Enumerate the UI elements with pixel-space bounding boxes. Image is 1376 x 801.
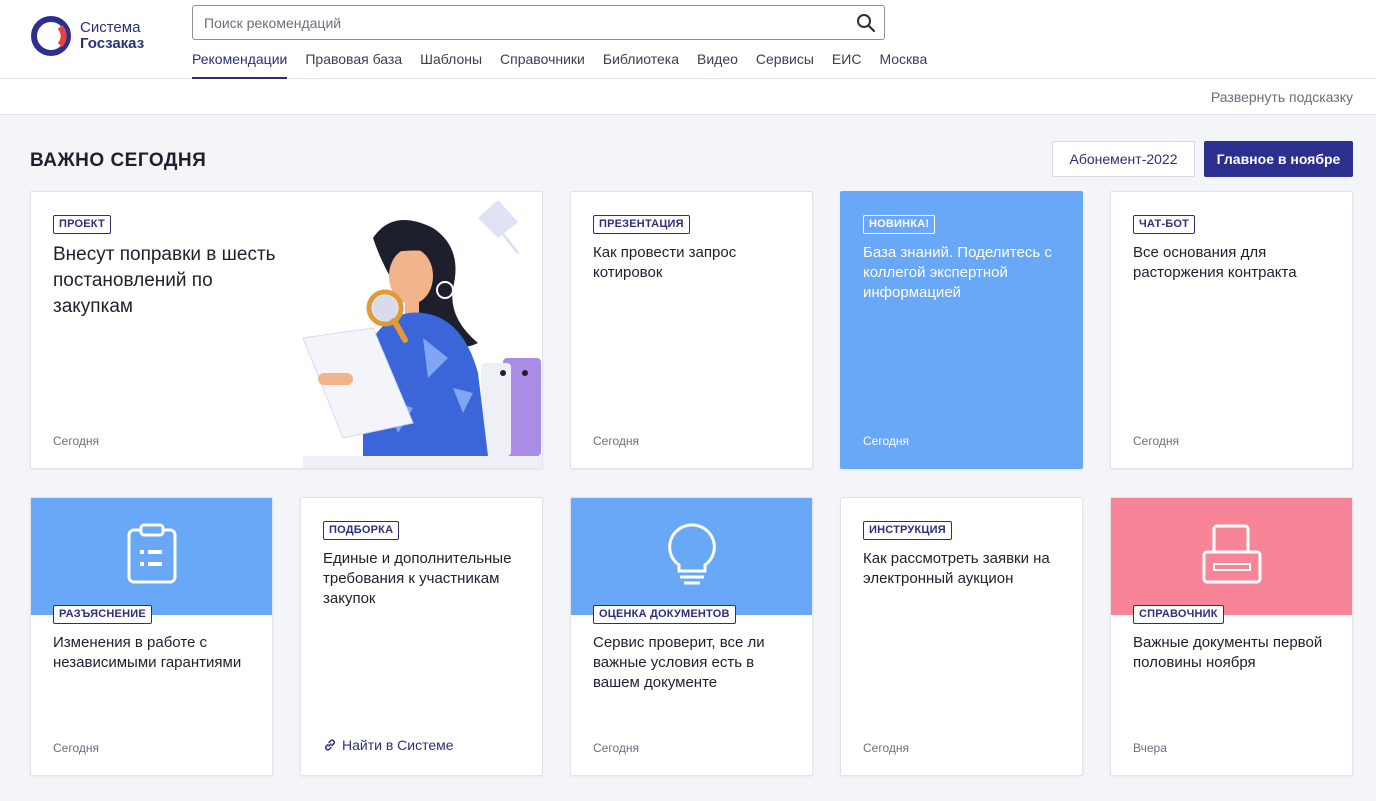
nav-video[interactable]: Видео (697, 50, 738, 79)
nav-eis[interactable]: ЕИС (832, 50, 862, 79)
card-tag: СПРАВОЧНИК (1133, 605, 1224, 624)
logo[interactable]: Система Госзаказ (30, 14, 170, 58)
printer-icon (1202, 524, 1261, 584)
nav-moscow[interactable]: Москва (879, 50, 927, 79)
card-title: Как провести запрос котировок (593, 244, 737, 281)
card-title: Все основания для расторжения контракта (1133, 244, 1297, 281)
find-in-system-link[interactable]: Найти в Системе (323, 737, 454, 753)
card-tag: ПРЕЗЕНТАЦИЯ (593, 215, 690, 234)
card-band (1111, 498, 1352, 615)
logo-icon (31, 16, 71, 56)
card-date: Сегодня (53, 434, 99, 448)
card-collection[interactable]: ПОДБОРКА Единые и дополнительные требова… (300, 497, 543, 776)
expand-hint-link[interactable]: Развернуть подсказку (1211, 89, 1353, 105)
section-title: ВАЖНО СЕГОДНЯ (30, 150, 207, 171)
main-in-november-button[interactable]: Главное в ноябре (1204, 141, 1353, 177)
clipboard-icon (127, 523, 176, 584)
logo-line2: Госзаказ (80, 35, 145, 52)
card-tag: ИНСТРУКЦИЯ (863, 521, 952, 540)
nav-services[interactable]: Сервисы (756, 50, 814, 79)
card-band (571, 498, 812, 615)
card-title: Изменения в работе с независимыми гарант… (53, 634, 242, 671)
card-presentation[interactable]: ПРЕЗЕНТАЦИЯ Как провести запрос котирово… (570, 191, 813, 469)
card-document-evaluation[interactable]: ОЦЕНКА ДОКУМЕНТОВ Сервис проверит, все л… (570, 497, 813, 776)
header: Система Госзаказ Рекомендации Правовая б… (0, 0, 1376, 79)
nav-templates[interactable]: Шаблоны (420, 50, 482, 79)
card-date: Сегодня (53, 741, 99, 755)
card-date: Вчера (1133, 741, 1167, 755)
card-tag: НОВИНКА! (863, 215, 936, 234)
card-date: Сегодня (1133, 434, 1179, 448)
card-tag: ОЦЕНКА ДОКУМЕНТОВ (593, 605, 736, 624)
card-instruction[interactable]: ИНСТРУКЦИЯ Как рассмотреть заявки на эле… (840, 497, 1083, 776)
card-title: Внесут поправки в шесть постановлений по… (53, 244, 276, 317)
card-explanation[interactable]: РАЗЪЯСНЕНИЕ Изменения в работе с независ… (30, 497, 273, 776)
card-chatbot[interactable]: ЧАТ-БОТ Все основания для расторжения ко… (1110, 191, 1353, 469)
nav-library[interactable]: Библиотека (603, 50, 679, 79)
card-title: Единые и дополнительные требования к уча… (323, 550, 512, 607)
card-band (31, 498, 272, 615)
nav-legal-base[interactable]: Правовая база (305, 50, 402, 79)
nav-recommendations[interactable]: Рекомендации (192, 50, 288, 79)
card-tag: ПРОЕКТ (53, 215, 111, 234)
card-reference[interactable]: СПРАВОЧНИК Важные документы первой полов… (1110, 497, 1353, 776)
card-title: Важные документы первой половины ноября (1133, 634, 1323, 671)
card-date: Сегодня (593, 741, 639, 755)
search-box (192, 5, 885, 40)
card-project[interactable]: ПРОЕКТ Внесут поправки в шесть постановл… (30, 191, 543, 469)
search-icon[interactable] (856, 13, 876, 33)
card-tag: РАЗЪЯСНЕНИЕ (53, 605, 152, 624)
card-tag: ПОДБОРКА (323, 521, 400, 540)
hint-bar: Развернуть подсказку (0, 79, 1376, 115)
card-title: Как рассмотреть заявки на электронный ау… (863, 550, 1050, 587)
card-title: База знаний. Поделитесь с коллегой экспе… (863, 244, 1052, 301)
card-date: Сегодня (863, 741, 909, 755)
card-title: Сервис проверит, все ли важные условия е… (593, 634, 765, 691)
search-input[interactable] (193, 6, 833, 39)
find-in-system-label: Найти в Системе (342, 737, 454, 753)
card-new[interactable]: НОВИНКА! База знаний. Поделитесь с колле… (840, 191, 1083, 469)
lightbulb-icon (667, 523, 716, 585)
logo-text: Система Госзаказ (80, 20, 144, 52)
main-nav: Рекомендации Правовая база Шаблоны Справ… (192, 50, 945, 79)
card-date: Сегодня (863, 434, 909, 448)
logo-line1: Система (80, 19, 141, 36)
woman-with-magnifier-illustration (303, 200, 542, 468)
card-date: Сегодня (593, 434, 639, 448)
link-icon (324, 739, 336, 751)
nav-reference[interactable]: Справочники (500, 50, 585, 79)
card-tag: ЧАТ-БОТ (1133, 215, 1196, 234)
subscription-button[interactable]: Абонемент-2022 (1052, 141, 1195, 177)
